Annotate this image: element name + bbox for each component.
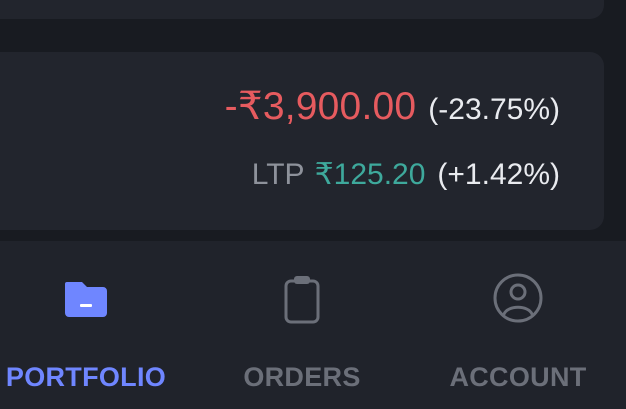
tab-orders[interactable]: ORDERS — [216, 241, 388, 409]
holding-card[interactable] — [0, 52, 604, 230]
previous-holding-card[interactable] — [0, 0, 604, 19]
ltp-row: LTP ₹125.20 (+1.42%) — [252, 157, 560, 201]
app-screen: -₹3,900.00 (-23.75%) LTP ₹125.20 (+1.42%… — [0, 0, 626, 409]
user-circle-icon — [493, 273, 543, 323]
bottom-navigation: PORTFOLIO ORDERS ACCOUNT — [0, 241, 626, 409]
ltp-change: (+1.42%) — [437, 158, 560, 191]
pnl-percent: (-23.75%) — [428, 93, 560, 126]
ltp-label: LTP — [251, 158, 305, 191]
pnl-value: -₹3,900.00 — [224, 85, 417, 128]
tab-account-label: ACCOUNT — [449, 362, 587, 392]
clipboard-icon — [284, 276, 320, 324]
tab-orders-label: ORDERS — [243, 362, 361, 392]
folder-icon — [65, 282, 107, 317]
tab-portfolio-label: PORTFOLIO — [5, 362, 167, 392]
tab-portfolio[interactable]: PORTFOLIO — [0, 241, 172, 409]
tab-account[interactable]: ACCOUNT — [432, 241, 604, 409]
pnl-row: -₹3,900.00 (-23.75%) — [225, 84, 560, 136]
ltp-value: ₹125.20 — [314, 158, 426, 191]
